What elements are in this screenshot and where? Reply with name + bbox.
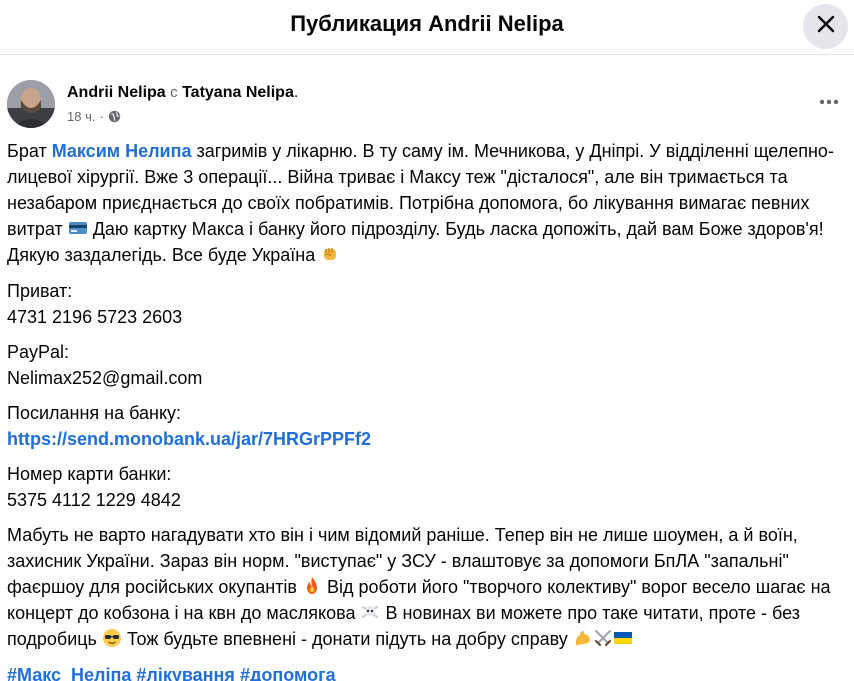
bank-link-label: Посилання на банку: (7, 403, 182, 423)
privat-block: Приват: 4731 2196 5723 2603 (7, 278, 847, 330)
globe-icon[interactable] (108, 110, 121, 123)
bank-link-block: Посилання на банку: https://send.monoban… (7, 400, 847, 452)
hashtag-link[interactable]: #Макс_Неліпа (7, 665, 131, 681)
sunglasses-face-emoji (102, 628, 122, 648)
crossed-swords-emoji (593, 628, 613, 648)
skull-crossbones-emoji (360, 602, 380, 622)
monobank-link[interactable]: https://send.monobank.ua/jar/7HRGrPPFf2 (7, 426, 847, 452)
hashtag-link[interactable]: #допомога (240, 665, 336, 681)
more-options-button[interactable] (817, 89, 841, 113)
bank-card-block: Номер карти банки: 5375 4112 1229 4842 (7, 461, 847, 513)
close-button[interactable] (803, 4, 848, 49)
post-body: Брат Максим Нелипа загримів у лікарню. В… (7, 138, 847, 681)
author-line: Andrii Nelipa с Tatyana Nelipa. (67, 84, 298, 102)
meta-dot: · (99, 109, 104, 124)
hashtag-link[interactable]: #лікування (136, 665, 235, 681)
credit-card-emoji (68, 218, 88, 238)
fire-emoji (302, 576, 322, 596)
post-time[interactable]: 18 ч. (67, 109, 95, 124)
avatar[interactable] (7, 80, 55, 128)
with-word: с (170, 84, 178, 101)
dialog-title: Публикация Andrii Nelipa (290, 11, 564, 36)
text-segment: Даю картку Макса і банку його підрозділу… (7, 219, 824, 265)
bank-card-label: Номер карти банки: (7, 464, 172, 484)
dialog-header: Публикация Andrii Nelipa (0, 0, 854, 55)
flexed-biceps-emoji (573, 628, 593, 648)
raised-fist-emoji (320, 244, 340, 264)
bank-card-number: 5375 4112 1229 4842 (7, 490, 181, 510)
author-name[interactable]: Andrii Nelipa (67, 84, 166, 101)
more-horizontal-icon (819, 92, 839, 110)
paypal-block: PayPal: Nelimax252@gmail.com (7, 339, 847, 391)
post-paragraph-about: Мабуть не варто нагадувати хто він і чим… (7, 522, 847, 652)
paypal-label: PayPal: (7, 342, 70, 362)
tagged-suffix: . (293, 84, 299, 101)
text-segment: Брат (7, 141, 52, 161)
privat-card-number: 4731 2196 5723 2603 (7, 307, 183, 327)
hashtags: #Макс_Неліпа #лікування #допомога (7, 662, 847, 681)
post-meta: 18 ч. · (67, 109, 121, 124)
post-header: Andrii Nelipa с Tatyana Nelipa. 18 ч. · (0, 75, 854, 135)
paypal-email: Nelimax252@gmail.com (7, 368, 203, 388)
close-icon (816, 14, 836, 39)
tagged-person[interactable]: Tatyana Nelipa (182, 84, 294, 101)
privat-label: Приват: (7, 281, 73, 301)
mention-link[interactable]: Максим Нелипа (52, 141, 192, 161)
ukraine-flag-emoji (613, 628, 633, 648)
text-segment: Тож будьте впевнені - донати підуть на д… (121, 629, 573, 649)
post-paragraph-intro: Брат Максим Нелипа загримів у лікарню. В… (7, 138, 847, 268)
